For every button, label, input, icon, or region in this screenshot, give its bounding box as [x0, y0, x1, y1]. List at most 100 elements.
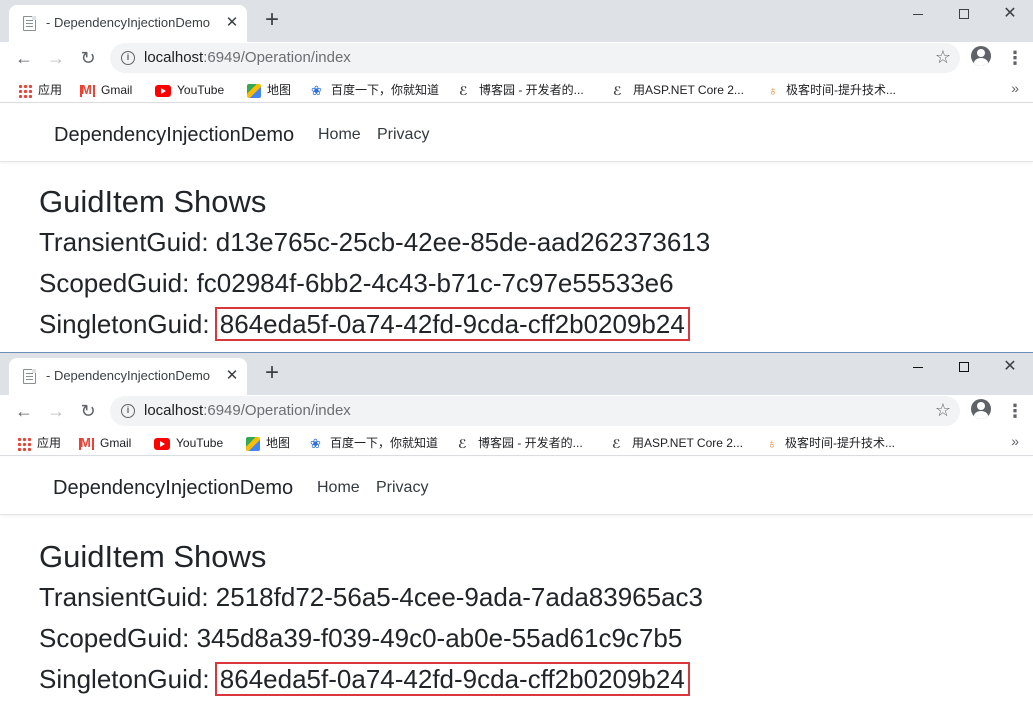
bookmarks-bar: 应用 Gmail YouTube 地图 ❀ 百度一下，你就知道 ℰ 博客园 - 开发… — [0, 429, 1033, 456]
bookmark-label: 用ASP.NET Core 2... — [632, 436, 743, 450]
browser-window-bottom: - DependencyInjectionDemo ✕ + ✕ ← → ↻ i … — [0, 352, 1033, 709]
account-icon[interactable] — [971, 399, 991, 419]
address-bar[interactable]: i localhost:6949/Operation/index ☆ — [110, 43, 960, 73]
bookmark-label: 极客时间-提升技术... — [786, 83, 896, 97]
guid-value-highlighted: 864eda5f-0a74-42fd-9cda-cff2b0209b24 — [214, 307, 690, 341]
apps-grid-icon — [18, 83, 32, 98]
address-bar[interactable]: i localhost:6949/Operation/index ☆ — [110, 396, 960, 426]
tab-close-icon[interactable]: ✕ — [222, 13, 242, 33]
bookmark-maps[interactable]: 地图 — [246, 434, 290, 452]
transient-guid-row: TransientGuid: 2518fd72-56a5-4cee-9ada-7… — [39, 579, 999, 620]
bookmark-label: 地图 — [267, 83, 292, 97]
maximize-button[interactable] — [941, 0, 987, 30]
gmail-icon — [79, 434, 94, 452]
site-brand-link[interactable]: DependencyInjectionDemo — [54, 124, 294, 147]
url-text[interactable]: localhost:6949/Operation/index — [144, 402, 351, 419]
bookmark-gmail[interactable]: Gmail — [80, 81, 132, 99]
minimize-icon — [913, 367, 923, 368]
kebab-menu-icon[interactable]: ⋮ — [1006, 47, 1024, 69]
browser-tab[interactable]: - DependencyInjectionDemo ✕ — [9, 5, 247, 42]
bookmark-label: 应用 — [38, 83, 63, 97]
more-bookmarks-icon[interactable]: » — [1011, 433, 1019, 449]
bookmark-label: Gmail — [100, 436, 132, 450]
bookmark-label: Gmail — [101, 83, 133, 97]
nav-link-privacy[interactable]: Privacy — [377, 126, 429, 144]
guid-label: SingletonGuid: — [39, 309, 217, 339]
bookmark-geektime[interactable]: ♁ 极客时间-提升技术... — [767, 434, 895, 452]
bookmark-label: 百度一下，你就知道 — [331, 83, 440, 97]
arrow-right-icon[interactable]: → — [44, 399, 68, 423]
close-icon: ✕ — [1003, 5, 1017, 22]
bookmark-cnblogs[interactable]: ℰ 博客园 - 开发者的... — [459, 81, 584, 99]
new-tab-button[interactable]: + — [259, 361, 285, 387]
close-window-button[interactable]: ✕ — [987, 0, 1033, 30]
bookmark-aspnet[interactable]: ℰ 用ASP.NET Core 2... — [613, 81, 744, 99]
bookmark-geektime[interactable]: ♁ 极客时间-提升技术... — [768, 81, 896, 99]
guid-value: fc02984f-6bb2-4c43-b71c-7c97e55533e6 — [196, 268, 674, 298]
bookmark-youtube[interactable]: YouTube — [154, 434, 223, 452]
bookmark-label: 博客园 - 开发者的... — [478, 436, 583, 450]
bookmark-apps[interactable]: 应用 — [17, 434, 61, 452]
guid-label: TransientGuid: — [39, 582, 216, 612]
bookmark-apps[interactable]: 应用 — [18, 81, 62, 99]
maximize-button[interactable] — [941, 353, 987, 383]
arrow-left-icon[interactable]: ← — [12, 46, 36, 70]
baidu-paw-icon: ❀ — [310, 435, 321, 451]
browser-toolbar: ← → ↻ i localhost:6949/Operation/index ☆… — [0, 42, 1033, 74]
bookmark-label: 应用 — [37, 436, 62, 450]
page-favicon-icon — [23, 16, 36, 31]
arrow-right-icon[interactable]: → — [44, 46, 68, 70]
url-text[interactable]: localhost:6949/Operation/index — [144, 49, 351, 66]
close-window-button[interactable]: ✕ — [987, 353, 1033, 383]
star-icon[interactable]: ☆ — [935, 47, 951, 68]
nav-link-privacy[interactable]: Privacy — [376, 479, 428, 497]
kebab-menu-icon[interactable]: ⋮ — [1006, 400, 1024, 422]
baidu-paw-icon: ❀ — [311, 82, 322, 98]
minimize-button[interactable] — [895, 0, 941, 30]
site-brand-link[interactable]: DependencyInjectionDemo — [53, 477, 293, 500]
bookmark-label: 博客园 - 开发者的... — [479, 83, 584, 97]
star-icon[interactable]: ☆ — [935, 400, 951, 421]
geektime-icon: ♁ — [768, 82, 778, 98]
tab-close-icon[interactable]: ✕ — [222, 366, 242, 386]
transient-guid-row: TransientGuid: d13e765c-25cb-42ee-85de-a… — [39, 224, 999, 265]
bookmark-label: 地图 — [266, 436, 291, 450]
url-host: localhost — [144, 402, 204, 419]
bookmark-youtube[interactable]: YouTube — [155, 81, 224, 99]
browser-tab[interactable]: - DependencyInjectionDemo ✕ — [9, 358, 247, 395]
bookmark-maps[interactable]: 地图 — [247, 81, 291, 99]
bookmark-label: 用ASP.NET Core 2... — [633, 83, 744, 97]
maps-icon — [247, 83, 261, 98]
nav-link-home[interactable]: Home — [318, 126, 361, 144]
info-icon[interactable]: i — [121, 404, 135, 418]
account-icon[interactable] — [971, 46, 991, 66]
bookmark-label: 极客时间-提升技术... — [785, 436, 895, 450]
guid-value: 2518fd72-56a5-4cee-9ada-7ada83965ac3 — [215, 582, 703, 612]
scoped-guid-row: ScopedGuid: 345d8a39-f039-49c0-ab0e-55ad… — [39, 620, 999, 661]
guid-value: d13e765c-25cb-42ee-85de-aad262373613 — [215, 227, 711, 257]
bookmark-baidu[interactable]: ❀ 百度一下，你就知道 — [311, 81, 439, 99]
cnblogs-icon: ℰ — [613, 83, 622, 98]
youtube-icon — [155, 84, 171, 97]
bookmark-label: 百度一下，你就知道 — [330, 436, 439, 450]
guid-label: ScopedGuid: — [39, 268, 197, 298]
browser-toolbar: ← → ↻ i localhost:6949/Operation/index ☆… — [0, 395, 1033, 427]
info-icon[interactable]: i — [121, 51, 135, 65]
guid-label: ScopedGuid: — [39, 623, 197, 653]
page-heading: GuidItem Shows — [39, 184, 267, 219]
bookmark-gmail[interactable]: Gmail — [79, 434, 131, 452]
reload-icon[interactable]: ↻ — [76, 399, 100, 423]
bookmark-baidu[interactable]: ❀ 百度一下，你就知道 — [310, 434, 438, 452]
minimize-button[interactable] — [895, 353, 941, 383]
nav-link-home[interactable]: Home — [317, 479, 360, 497]
reload-icon[interactable]: ↻ — [76, 46, 100, 70]
singleton-guid-row: SingletonGuid: 864eda5f-0a74-42fd-9cda-c… — [39, 661, 999, 702]
new-tab-button[interactable]: + — [259, 8, 285, 34]
more-bookmarks-icon[interactable]: » — [1011, 80, 1019, 96]
bookmark-aspnet[interactable]: ℰ 用ASP.NET Core 2... — [612, 434, 743, 452]
arrow-left-icon[interactable]: ← — [12, 399, 36, 423]
page-favicon-icon — [23, 369, 36, 384]
page-heading: GuidItem Shows — [39, 539, 267, 574]
bookmark-cnblogs[interactable]: ℰ 博客园 - 开发者的... — [458, 434, 583, 452]
bookmark-label: YouTube — [176, 436, 224, 450]
